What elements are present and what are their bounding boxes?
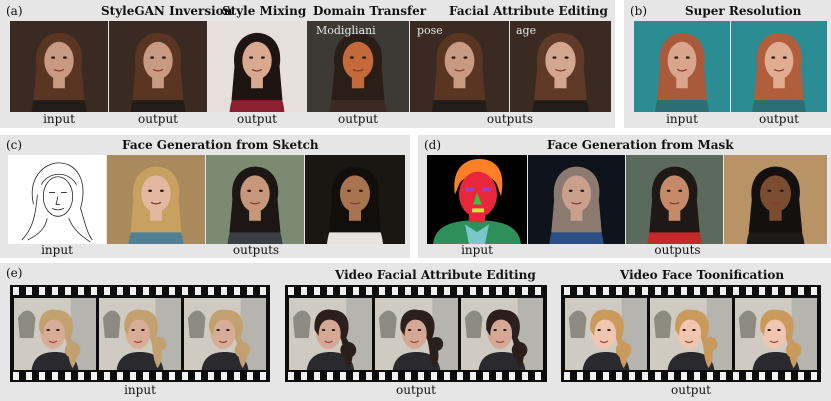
photo-c-output-2 <box>206 155 304 244</box>
title-video-toonification: Video Face Toonification <box>620 268 785 282</box>
sketch-c-input <box>8 155 106 244</box>
photo-a-input <box>10 21 108 112</box>
title-facial-attribute-editing: Facial Attribute Editing <box>449 4 608 18</box>
caption-c-input: input <box>41 243 73 257</box>
photo-c-output-1 <box>107 155 205 244</box>
panel-d-tag: (d) <box>424 138 442 152</box>
photo-d-output-1 <box>528 155 625 244</box>
caption-d-input: input <box>461 243 493 257</box>
photo-d-output-2 <box>626 155 723 244</box>
photo-a-style-mixing-output <box>208 21 306 112</box>
overlay-pose: pose <box>417 24 443 37</box>
video-frame <box>375 298 458 370</box>
photo-d-output-3 <box>724 155 827 244</box>
filmstrip-toonify-output <box>561 285 821 382</box>
panel-c-tag: (c) <box>6 138 23 152</box>
panel-e-tag: (e) <box>6 266 23 280</box>
caption-b-output: output <box>758 112 799 126</box>
caption-a-input: input <box>43 112 75 126</box>
photo-b-output <box>731 21 827 112</box>
caption-b-input: input <box>666 112 698 126</box>
video-frame <box>565 298 647 370</box>
caption-a-output-2: output <box>236 112 277 126</box>
title-face-generation-mask: Face Generation from Mask <box>547 138 734 152</box>
photo-b-input <box>634 21 730 112</box>
video-frame <box>289 298 372 370</box>
film-holes-top <box>10 287 270 295</box>
photo-a-inversion-output <box>109 21 207 112</box>
title-style-mixing: Style Mixing <box>222 4 307 18</box>
video-frame <box>650 298 732 370</box>
caption-d-outputs: outputs <box>654 243 701 257</box>
video-frame <box>99 298 181 370</box>
film-holes-bottom <box>10 372 270 380</box>
overlay-modigliani: Modigliani <box>316 24 376 37</box>
caption-a-output-3: output <box>337 112 378 126</box>
video-frame <box>14 298 96 370</box>
title-stylegan-inversion: StyleGAN Inversion <box>101 4 233 18</box>
video-frame <box>184 298 266 370</box>
caption-e-output-1: output <box>395 383 436 397</box>
panel-a-tag: (a) <box>6 4 23 18</box>
filmstrip-input <box>10 285 270 382</box>
caption-e-input: input <box>124 383 156 397</box>
video-frame <box>735 298 817 370</box>
caption-a-output-1: output <box>137 112 178 126</box>
film-holes-top <box>561 287 821 295</box>
film-holes-top <box>285 287 547 295</box>
filmstrip-attribute-output <box>285 285 547 382</box>
video-frame <box>461 298 543 370</box>
caption-e-output-2: output <box>670 383 711 397</box>
caption-a-outputs: outputs <box>486 112 534 126</box>
film-holes-bottom <box>561 372 821 380</box>
title-video-attribute-editing: Video Facial Attribute Editing <box>335 268 536 282</box>
title-face-generation-sketch: Face Generation from Sketch <box>122 138 319 152</box>
film-holes-bottom <box>285 372 547 380</box>
caption-c-outputs: outputs <box>232 243 280 257</box>
photo-c-output-3 <box>305 155 405 244</box>
title-super-resolution: Super Resolution <box>685 4 802 18</box>
overlay-age: age <box>516 24 537 37</box>
title-domain-transfer: Domain Transfer <box>313 4 427 18</box>
mask-d-input <box>427 155 527 244</box>
panel-b-tag: (b) <box>630 4 648 18</box>
